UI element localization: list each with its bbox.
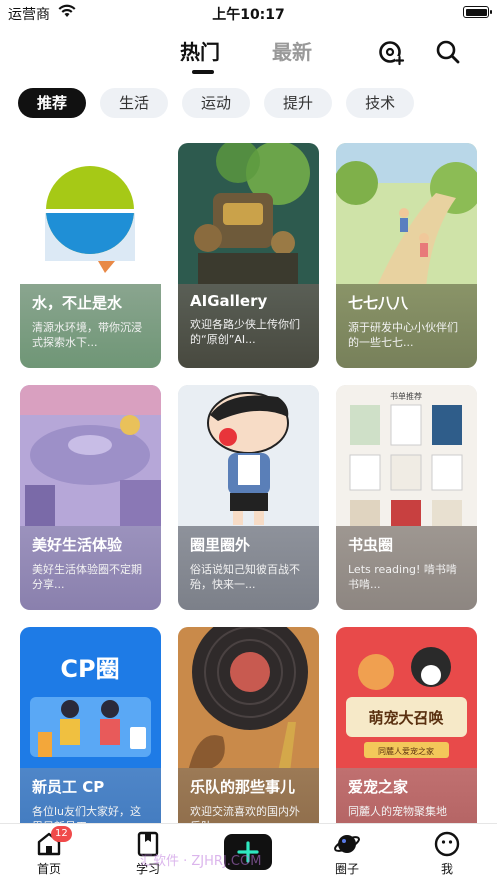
circle-card-aigallery[interactable]: AIGallery 欢迎各路少侠上传你们的“原创”AI...: [178, 143, 319, 368]
planet-icon: [334, 835, 360, 853]
nav-home[interactable]: 12 首页: [19, 826, 79, 877]
add-circle-icon[interactable]: [377, 38, 405, 66]
water-logo-art: [20, 143, 161, 288]
cp-circle-logo-text: CP圈: [60, 655, 119, 683]
card-info: 水，不止是水 清源水环境，带你沉浸式探索水下...: [20, 284, 161, 368]
card-title: 圈里圈外: [190, 536, 251, 554]
chip-recommend[interactable]: 推荐: [18, 88, 87, 118]
category-chips: 推荐 生活 运动 提升 技术: [18, 88, 415, 118]
card-desc: 欢迎各路少侠上传你们的“原创”AI...: [190, 318, 300, 346]
nav-home-label: 首页: [36, 862, 61, 876]
card-info: AIGallery 欢迎各路少侠上传你们的“原创”AI...: [178, 284, 319, 368]
top-header: 热门 最新: [0, 26, 497, 82]
card-title: 七七八八: [348, 294, 409, 312]
nav-me[interactable]: 我: [417, 830, 477, 877]
card-title: 新员工 CP: [32, 778, 105, 796]
card-info: 书虫圈 Lets reading! 啃书啃书啃...: [336, 526, 477, 610]
card-title: 乐队的那些事儿: [190, 778, 296, 796]
book-list-art: 书单推荐: [336, 385, 477, 530]
card-desc: 清源水环境，带你沉浸式探索水下...: [32, 321, 142, 349]
chip-sport[interactable]: 运动: [182, 88, 251, 118]
nav-circle[interactable]: 圈子: [317, 830, 377, 877]
cp-circle-art: CP圈: [20, 627, 161, 772]
circle-card-pets[interactable]: 萌宠大召唤 同麓人爱宠之家 爱宠之家 同麓人的宠物聚集地: [336, 627, 477, 852]
tab-new[interactable]: 最新: [272, 36, 312, 65]
nav-circle-label: 圈子: [334, 862, 359, 876]
smiley-icon: [434, 831, 460, 857]
circle-card-bookworm[interactable]: 书单推荐 书虫圈 Lets reading! 啃书啃书啃...: [336, 385, 477, 610]
circle-card-water[interactable]: 水，不止是水 清源水环境，带你沉浸式探索水下...: [20, 143, 161, 368]
notification-badge: 12: [51, 826, 72, 842]
card-info: 圈里圈外 俗话说知己知彼百战不殆，快来一...: [178, 526, 319, 610]
chip-tech[interactable]: 技术: [346, 88, 415, 118]
city-plaza-art: [20, 385, 161, 530]
tab-hot[interactable]: 热门: [180, 36, 220, 65]
card-title: 爱宠之家: [348, 778, 409, 796]
park-scene-art: [336, 143, 477, 288]
card-desc: 俗话说知己知彼百战不殆，快来一...: [190, 563, 300, 591]
battery-icon: [463, 6, 492, 18]
circle-card-new-staff-cp[interactable]: CP圈 新员工 CP 各位lu友们大家好，这里是新员工...: [20, 627, 161, 852]
pet-banner-art: 萌宠大召唤 同麓人爱宠之家: [336, 627, 477, 772]
search-icon[interactable]: [434, 38, 462, 66]
circle-card-good-life[interactable]: 美好生活体验 美好生活体验圈不定期分享...: [20, 385, 161, 610]
ai-machine-art: [178, 143, 319, 288]
chip-life[interactable]: 生活: [100, 88, 169, 118]
card-title: 美好生活体验: [32, 536, 123, 554]
nav-me-label: 我: [440, 862, 453, 876]
card-desc: 源于研发中心小伙伴们的一些七七...: [348, 321, 458, 349]
card-desc: 美好生活体验圈不定期分享...: [32, 563, 142, 591]
watermark-text: 汇软件 · ZJHRJ.COM: [140, 854, 262, 869]
card-info: 美好生活体验 美好生活体验圈不定期分享...: [20, 526, 161, 610]
circle-card-qiqibaba[interactable]: 七七八八 源于研发中心小伙伴们的一些七七...: [336, 143, 477, 368]
cartoon-boy-art: [178, 385, 319, 530]
pet-banner-subtitle: 同麓人爱宠之家: [378, 746, 434, 756]
card-title: 水，不止是水: [32, 294, 123, 312]
circle-card-inside-outside[interactable]: 圈里圈外 俗话说知己知彼百战不殆，快来一...: [178, 385, 319, 610]
active-tab-indicator: [192, 70, 214, 74]
card-info: 七七八八 源于研发中心小伙伴们的一些七七...: [336, 284, 477, 368]
clock: 上午10:17: [212, 7, 285, 23]
pet-banner-text: 萌宠大召唤: [368, 709, 443, 727]
circle-card-band[interactable]: 乐队的那些事儿 欢迎交流喜欢的国内外乐队...: [178, 627, 319, 852]
card-title: 书虫圈: [348, 536, 394, 554]
vinyl-record-art: [178, 627, 319, 772]
card-desc: Lets reading! 啃书啃书啃...: [348, 563, 457, 591]
chip-improve[interactable]: 提升: [264, 88, 333, 118]
status-bar: 运营商 上午10:17: [0, 0, 497, 26]
book-list-header: 书单推荐: [390, 391, 422, 401]
card-title: AIGallery: [190, 292, 268, 310]
